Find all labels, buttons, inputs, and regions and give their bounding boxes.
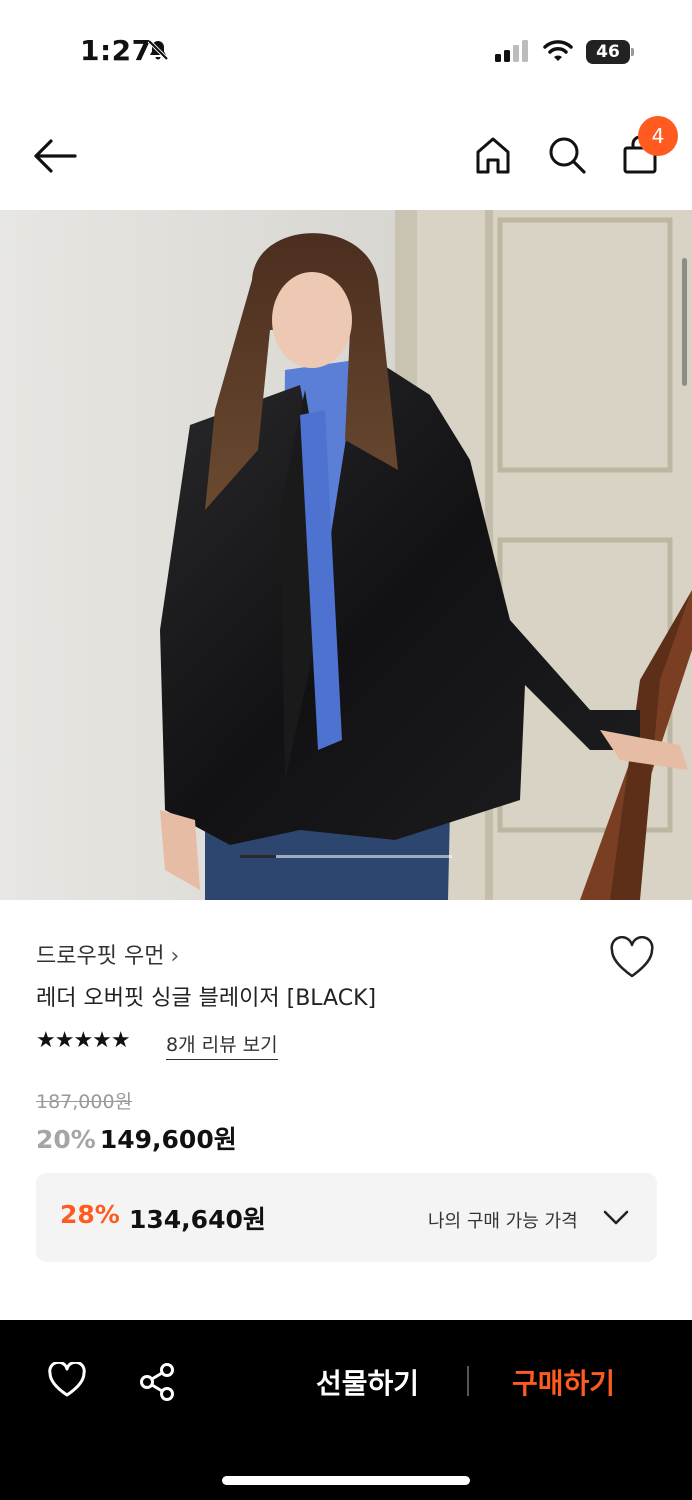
best-price-label: 나의 구매 가능 가격 [428,1211,578,1232]
home-indicator [222,1476,470,1485]
battery-indicator: 46 [586,40,634,64]
best-price: 134,640원 [129,1205,266,1234]
bell-muted-icon [147,39,169,61]
price-row: 20% 149,600원 [36,1120,237,1156]
brand-name: 드로우핏 우먼 [36,944,165,969]
search-icon[interactable] [546,134,588,176]
gift-button[interactable]: 선물하기 [316,1362,419,1402]
status-bar: 1:27 46 [0,0,692,100]
product-image[interactable] [0,210,692,900]
share-icon[interactable] [138,1362,178,1402]
back-arrow-icon[interactable] [32,136,78,176]
sale-price: 149,600원 [99,1125,237,1154]
product-title: 레더 오버핏 싱글 블레이저 [BLACK] [36,986,377,1011]
brand-link[interactable]: 드로우핏 우먼 › [36,938,179,970]
signal-icon [495,40,528,62]
cart-count-badge: 4 [638,116,678,156]
original-price: 187,000원 [36,1091,133,1113]
chevron-right-icon: › [170,944,180,969]
image-page-indicator-active [240,855,276,858]
heart-icon[interactable] [608,936,656,980]
battery-level: 46 [596,42,620,62]
product-photo [0,210,692,900]
discount-rate: 20% [36,1125,96,1154]
review-link[interactable]: 8개 리뷰 보기 [166,1030,278,1060]
status-time: 1:27 [80,34,152,67]
divider [467,1366,469,1396]
best-price-box[interactable]: 28% 134,640원 나의 구매 가능 가격 [36,1173,657,1262]
bottom-action-bar: 선물하기 구매하기 [0,1320,692,1500]
buy-button[interactable]: 구매하기 [512,1362,615,1402]
best-discount-rate: 28% [60,1200,120,1229]
rating-stars: ★★★★★ [36,1028,131,1053]
heart-icon[interactable] [47,1362,87,1398]
home-icon[interactable] [472,134,514,176]
image-scrollbar[interactable] [682,258,687,386]
wifi-icon [543,40,573,61]
top-nav: 4 [0,100,692,210]
chevron-down-icon [603,1210,629,1225]
